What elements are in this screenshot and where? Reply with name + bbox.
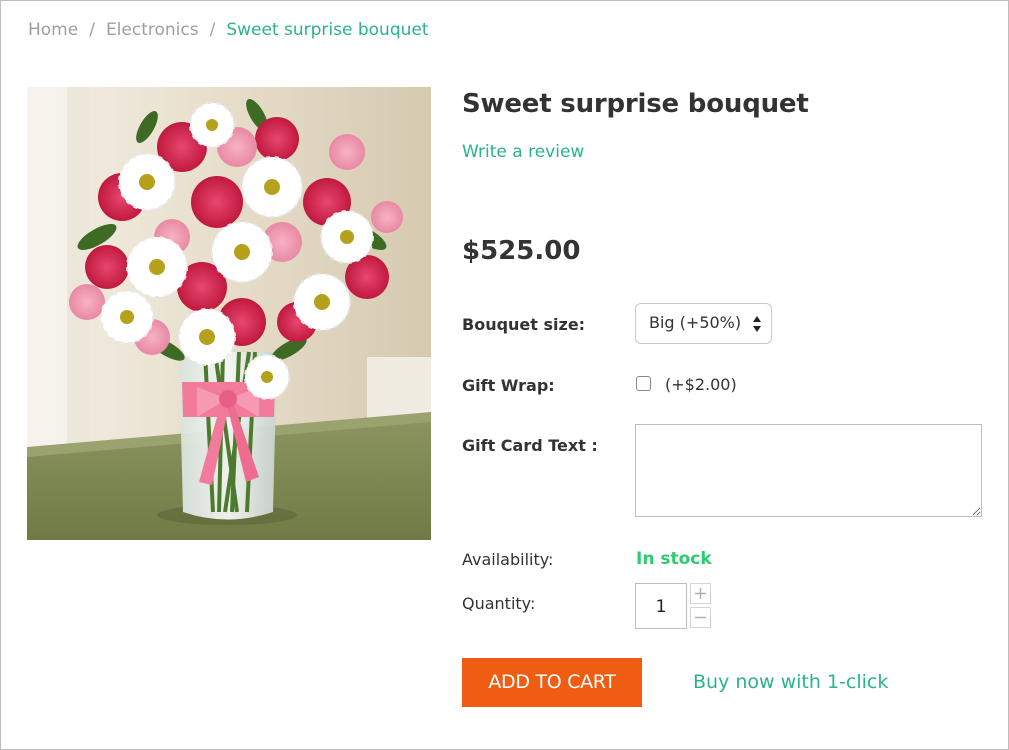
breadcrumb-separator: /: [89, 20, 95, 40]
product-title: Sweet surprise bouquet: [462, 89, 809, 119]
quantity-increase-button[interactable]: [690, 583, 711, 604]
gift-card-text-label: Gift Card Text :: [462, 436, 598, 455]
gift-card-text-field[interactable]: [635, 424, 982, 517]
gift-wrap-price: (+$2.00): [665, 375, 737, 394]
gift-wrap-checkbox[interactable]: [636, 376, 651, 391]
gift-wrap-label: Gift Wrap:: [462, 376, 555, 395]
product-price: $525.00: [462, 236, 581, 266]
quantity-decrease-button[interactable]: [690, 607, 711, 628]
stock-status: In stock: [636, 549, 712, 569]
breadcrumb: Home / Electronics / Sweet surprise bouquet: [28, 20, 429, 40]
breadcrumb-separator: /: [209, 20, 216, 40]
bouquet-size-select[interactable]: Big (+50%): [635, 303, 772, 344]
breadcrumb-electronics-link[interactable]: Electronics: [106, 20, 199, 40]
quantity-input[interactable]: 1: [635, 583, 687, 629]
bouquet-size-value: Big (+50%): [649, 313, 742, 332]
product-image: [27, 87, 431, 540]
breadcrumb-current: Sweet surprise bouquet: [226, 20, 429, 40]
buy-now-one-click-link[interactable]: Buy now with 1-click: [693, 671, 888, 693]
availability-label: Availability:: [462, 550, 554, 569]
add-to-cart-button[interactable]: ADD TO CART: [462, 658, 642, 707]
write-review-link[interactable]: Write a review: [462, 142, 584, 162]
breadcrumb-home-link[interactable]: Home: [28, 20, 78, 40]
select-arrows-icon: [753, 316, 761, 332]
quantity-label: Quantity:: [462, 594, 536, 613]
bouquet-size-label: Bouquet size:: [462, 315, 586, 334]
minus-icon: [695, 616, 706, 619]
plus-icon: [695, 588, 706, 599]
